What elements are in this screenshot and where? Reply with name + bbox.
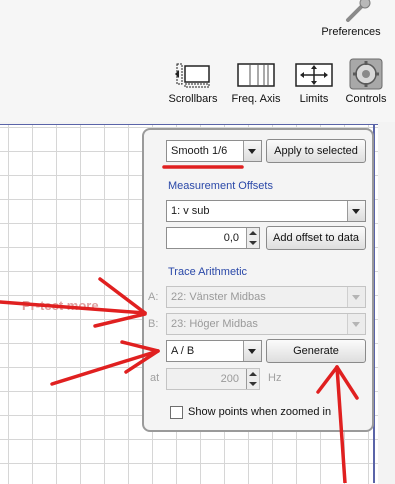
offset-stepper[interactable]: 0,0 [166,227,260,249]
controls-label: Controls [345,93,387,105]
a-label: A: [148,291,159,303]
controls-panel: Smooth 1/6 Apply to selected Measurement… [142,128,374,432]
controls-button[interactable]: Controls [342,58,390,108]
scrollbars-label: Scrollbars [168,93,218,105]
limits-button[interactable]: Limits [290,58,338,108]
scrollbars-button[interactable]: Scrollbars [164,58,222,108]
operation-value: A / B [171,345,195,357]
chevron-down-icon[interactable] [347,287,365,307]
at-label: at [150,372,160,384]
measurement-offsets-heading: Measurement Offsets [168,180,273,192]
smoothing-dropdown[interactable]: Smooth 1/6 [166,140,262,162]
show-points-checkbox[interactable] [170,406,183,419]
scrollbars-icon [175,63,210,88]
controls-gear-icon [349,58,383,90]
chevron-down-icon[interactable] [347,201,365,221]
trace-a-dropdown[interactable]: 22: Vänster Midbas [166,286,366,308]
freq-axis-icon [237,63,275,87]
generate-button[interactable]: Generate [266,339,366,363]
trace-b-value: 23: Höger Midbas [171,318,258,330]
chevron-down-icon[interactable] [243,141,261,161]
background-text: Pr-tect more [22,298,99,313]
frequency-value: 200 [220,373,239,385]
spinner-arrows-icon[interactable] [246,369,259,389]
measurement-dropdown[interactable]: 1: v sub [166,200,366,222]
trace-b-dropdown[interactable]: 23: Höger Midbas [166,313,366,335]
spinner-arrows-icon[interactable] [246,228,259,248]
freq-axis-button[interactable]: Freq. Axis [227,58,285,108]
add-offset-button[interactable]: Add offset to data [266,226,366,250]
smoothing-value: Smooth 1/6 [171,145,228,157]
chevron-down-icon[interactable] [243,341,261,361]
freq-axis-label: Freq. Axis [231,93,281,105]
b-label: B: [148,318,159,330]
preferences-button[interactable]: Preferences [318,0,384,40]
apply-to-selected-button[interactable]: Apply to selected [266,139,366,163]
operation-dropdown[interactable]: A / B [166,340,262,362]
show-points-label[interactable]: Show points when zoomed in [188,406,331,418]
preferences-label: Preferences [321,26,381,38]
frequency-stepper[interactable]: 200 [166,368,260,390]
offset-value: 0,0 [223,232,239,244]
measurement-value: 1: v sub [171,205,210,217]
wrench-icon [346,0,371,22]
trace-a-value: 22: Vänster Midbas [171,291,266,303]
limits-label: Limits [299,93,329,105]
toolbar: Preferences Scrollbars Freq. Axis Limits [0,0,395,122]
hz-label: Hz [268,372,282,384]
chevron-down-icon[interactable] [347,314,365,334]
limits-icon [295,63,333,87]
trace-arithmetic-heading: Trace Arithmetic [168,266,248,278]
